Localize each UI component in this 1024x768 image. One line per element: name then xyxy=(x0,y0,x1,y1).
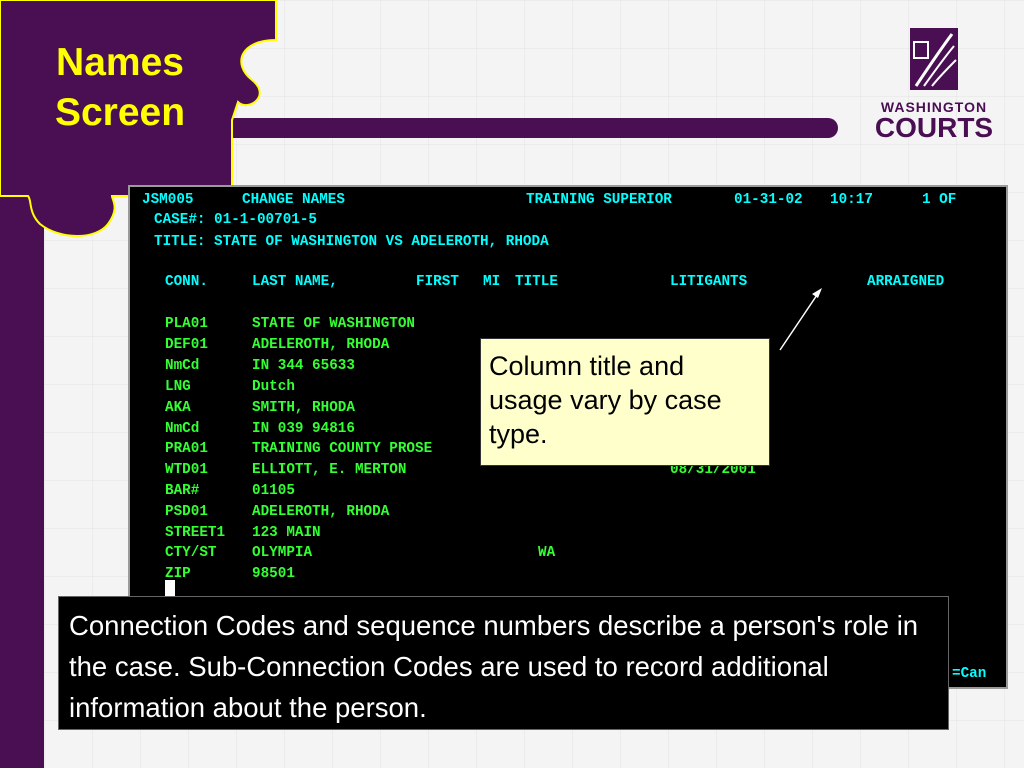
callout-text: Column title and usage vary by case type… xyxy=(489,351,722,449)
explanation-note: Connection Codes and sequence numbers de… xyxy=(58,596,949,730)
callout-box: Column title and usage vary by case type… xyxy=(480,338,770,466)
note-text: Connection Codes and sequence numbers de… xyxy=(69,610,919,723)
